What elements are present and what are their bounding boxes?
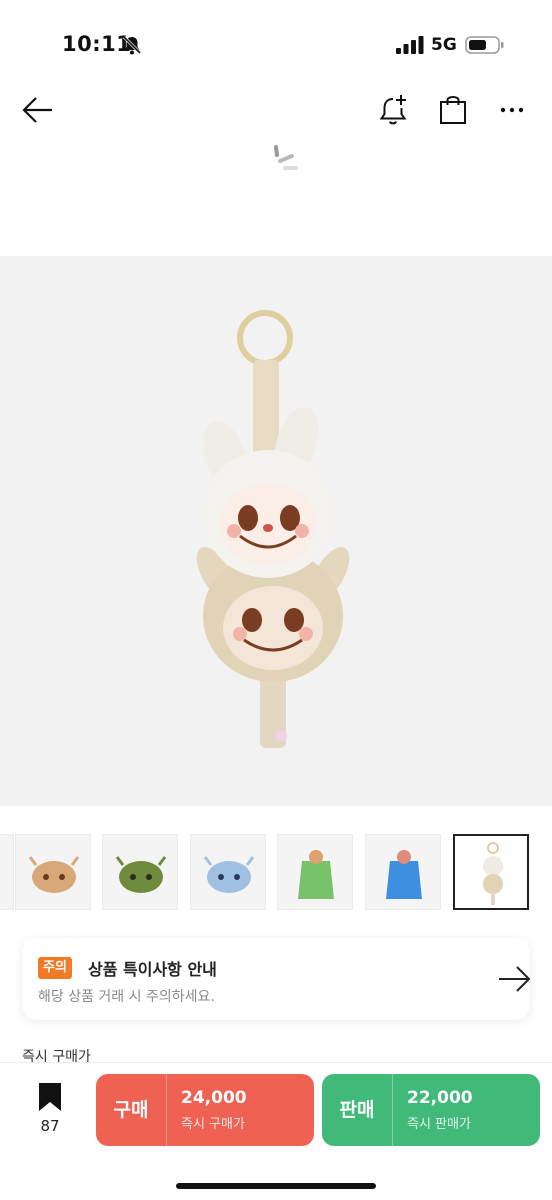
bookmark-icon — [39, 1083, 61, 1111]
buy-price: 24,000 — [181, 1088, 247, 1108]
battery-icon — [465, 36, 504, 54]
thumb-keychain[interactable] — [453, 834, 529, 910]
buy-sublabel: 즉시 구매가 — [181, 1117, 245, 1132]
top-nav — [0, 88, 552, 132]
sell-sublabel: 즉시 판매가 — [407, 1117, 471, 1132]
notice-card[interactable]: 주의 상품 특이사항 안내 해당 상품 거래 시 주의하세요. — [22, 938, 532, 1020]
product-image[interactable] — [0, 256, 552, 806]
sell-label: 판매 — [339, 1099, 375, 1121]
arrow-right-icon[interactable] — [496, 962, 532, 996]
home-indicator — [176, 1183, 376, 1189]
bell-off-icon — [122, 35, 142, 55]
buy-divider — [166, 1074, 167, 1146]
thumb-partial[interactable] — [0, 834, 14, 910]
alarm-add-icon[interactable] — [374, 90, 414, 130]
back-arrow-icon[interactable] — [18, 90, 58, 130]
notice-title: 상품 특이사항 안내 — [88, 960, 217, 979]
signal-icon — [396, 36, 424, 54]
loading-spinner-icon — [274, 145, 298, 170]
notice-subtitle: 해당 상품 거래 시 주의하세요. — [38, 989, 215, 1005]
shopping-bag-icon[interactable] — [433, 90, 473, 130]
caution-badge: 주의 — [38, 957, 72, 979]
thumb-blue-cap[interactable] — [190, 834, 266, 910]
thumb-green-bag[interactable] — [277, 834, 353, 910]
wishlist-button[interactable]: 87 — [28, 1083, 72, 1143]
buy-button[interactable]: 구매 24,000 즉시 구매가 — [96, 1074, 314, 1146]
more-horizontal-icon[interactable] — [492, 90, 532, 130]
bottom-action-bar: 87 구매 24,000 즉시 구매가 판매 22,000 즉시 판매가 — [0, 1062, 552, 1200]
thumb-tan-cap[interactable] — [15, 834, 91, 910]
thumb-blue-bag[interactable] — [365, 834, 441, 910]
thumb-green-cap[interactable] — [102, 834, 178, 910]
network-label: 5G — [431, 35, 457, 55]
wish-count: 87 — [40, 1117, 60, 1135]
buy-label: 구매 — [113, 1099, 149, 1121]
status-bar: 10:11 5G — [0, 0, 552, 88]
sell-divider — [392, 1074, 393, 1146]
sell-price: 22,000 — [407, 1088, 473, 1108]
sell-button[interactable]: 판매 22,000 즉시 판매가 — [322, 1074, 540, 1146]
thumbnail-strip — [0, 834, 552, 912]
keychain-plush-illustration — [196, 310, 350, 748]
